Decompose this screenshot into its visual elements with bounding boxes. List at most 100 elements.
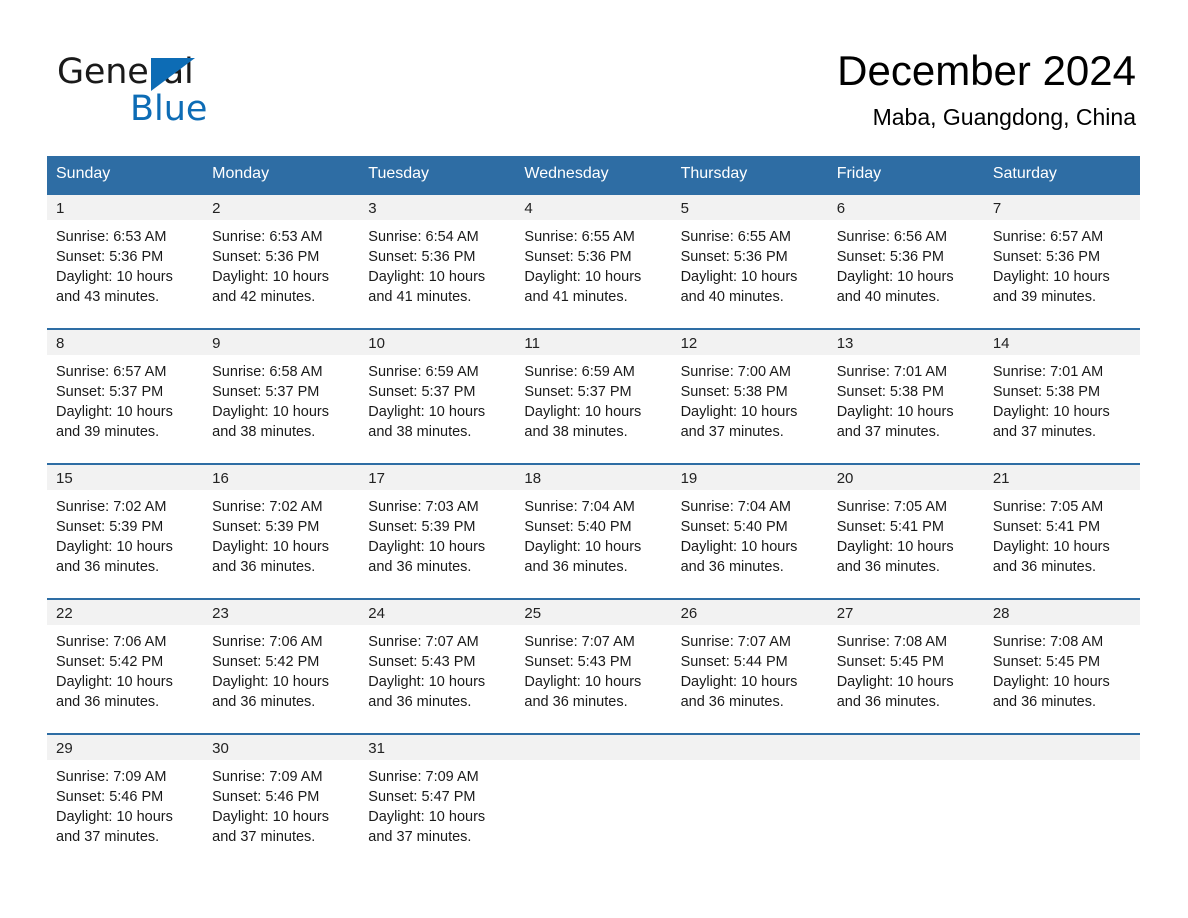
daylight-text: Daylight: 10 hours and 36 minutes. [368,539,486,575]
daylight-text: Daylight: 10 hours and 38 minutes. [524,404,642,440]
daylight-text: Daylight: 10 hours and 37 minutes. [212,809,330,845]
daylight-text: Daylight: 10 hours and 36 minutes. [836,539,954,575]
day-cell[interactable]: 9 Sunrise: 6:58 AM Sunset: 5:37 PM Dayli… [203,330,360,463]
day-info: Sunrise: 6:55 AM Sunset: 5:36 PM Dayligh… [672,220,828,307]
day-number: 31 [359,735,516,760]
day-info: Sunrise: 7:03 AM Sunset: 5:39 PM Dayligh… [359,490,515,577]
sunset-text: Sunset: 5:43 PM [368,654,476,670]
sunset-text: Sunset: 5:38 PM [836,384,944,400]
title-block: December 2024 Maba, Guangdong, China [837,45,1136,132]
day-cell[interactable]: 5 Sunrise: 6:55 AM Sunset: 5:36 PM Dayli… [671,195,828,328]
day-cell[interactable]: 12 Sunrise: 7:00 AM Sunset: 5:38 PM Dayl… [671,330,828,463]
day-number: 3 [359,195,516,220]
day-cell[interactable]: 3 Sunrise: 6:54 AM Sunset: 5:36 PM Dayli… [359,195,516,328]
day-cell[interactable]: 1 Sunrise: 6:53 AM Sunset: 5:36 PM Dayli… [47,195,204,328]
generalblue-logo[interactable]: General Blue [57,52,317,132]
sunset-text: Sunset: 5:39 PM [56,519,164,535]
logo-triangle-icon [151,58,195,91]
sunrise-text: Sunrise: 7:00 AM [680,364,791,380]
day-info: Sunrise: 6:54 AM Sunset: 5:36 PM Dayligh… [359,220,515,307]
daylight-text: Daylight: 10 hours and 36 minutes. [368,674,486,710]
day-cell[interactable]: 21 Sunrise: 7:05 AM Sunset: 5:41 PM Dayl… [983,465,1140,598]
day-info: Sunrise: 6:53 AM Sunset: 5:36 PM Dayligh… [203,220,359,307]
day-number: 27 [827,600,984,625]
day-cell[interactable]: 28 Sunrise: 7:08 AM Sunset: 5:45 PM Dayl… [983,600,1140,733]
day-number: 15 [47,465,204,490]
day-info: Sunrise: 7:01 AM Sunset: 5:38 PM Dayligh… [828,355,984,442]
sunrise-text: Sunrise: 7:08 AM [992,634,1104,650]
daylight-text: Daylight: 10 hours and 37 minutes. [836,404,954,440]
day-cell[interactable]: 16 Sunrise: 7:02 AM Sunset: 5:39 PM Dayl… [203,465,360,598]
weekday-header-friday: Friday [836,165,882,182]
day-cell[interactable]: 18 Sunrise: 7:04 AM Sunset: 5:40 PM Dayl… [515,465,672,598]
day-cell[interactable]: 24 Sunrise: 7:07 AM Sunset: 5:43 PM Dayl… [359,600,516,733]
sunset-text: Sunset: 5:40 PM [524,519,632,535]
daylight-text: Daylight: 10 hours and 38 minutes. [212,404,330,440]
day-number [671,735,828,760]
day-cell[interactable]: 6 Sunrise: 6:56 AM Sunset: 5:36 PM Dayli… [827,195,984,328]
day-number: 23 [203,600,360,625]
day-cell[interactable]: 27 Sunrise: 7:08 AM Sunset: 5:45 PM Dayl… [827,600,984,733]
day-cell[interactable]: 19 Sunrise: 7:04 AM Sunset: 5:40 PM Dayl… [671,465,828,598]
day-cell[interactable]: 17 Sunrise: 7:03 AM Sunset: 5:39 PM Dayl… [359,465,516,598]
day-cell[interactable]: 26 Sunrise: 7:07 AM Sunset: 5:44 PM Dayl… [671,600,828,733]
sunrise-text: Sunrise: 7:06 AM [56,634,167,650]
sunrise-text: Sunrise: 6:54 AM [368,229,479,245]
day-cell[interactable]: 23 Sunrise: 7:06 AM Sunset: 5:42 PM Dayl… [203,600,360,733]
daylight-text: Daylight: 10 hours and 36 minutes. [836,674,954,710]
day-cell[interactable]: 20 Sunrise: 7:05 AM Sunset: 5:41 PM Dayl… [827,465,984,598]
sunrise-text: Sunrise: 6:53 AM [212,229,323,245]
day-number: 8 [47,330,204,355]
daylight-text: Daylight: 10 hours and 43 minutes. [56,269,173,305]
sunset-text: Sunset: 5:42 PM [212,654,320,670]
day-number: 9 [203,330,360,355]
daylight-text: Daylight: 10 hours and 36 minutes. [680,674,798,710]
daylight-text: Daylight: 10 hours and 37 minutes. [368,809,486,845]
daylight-text: Daylight: 10 hours and 40 minutes. [836,269,954,305]
day-number: 5 [671,195,828,220]
sunset-text: Sunset: 5:38 PM [680,384,788,400]
day-cell[interactable]: 14 Sunrise: 7:01 AM Sunset: 5:38 PM Dayl… [983,330,1140,463]
day-cell[interactable]: 29 Sunrise: 7:09 AM Sunset: 5:46 PM Dayl… [47,735,204,868]
daylight-text: Daylight: 10 hours and 40 minutes. [680,269,798,305]
daylight-text: Daylight: 10 hours and 36 minutes. [56,539,173,575]
day-cell[interactable]: 4 Sunrise: 6:55 AM Sunset: 5:36 PM Dayli… [515,195,672,328]
day-cell[interactable]: 22 Sunrise: 7:06 AM Sunset: 5:42 PM Dayl… [47,600,204,733]
day-info: Sunrise: 7:07 AM Sunset: 5:43 PM Dayligh… [359,625,515,712]
weekday-header-tuesday: Tuesday [368,165,430,182]
daylight-text: Daylight: 10 hours and 37 minutes. [56,809,173,845]
day-cell[interactable]: 8 Sunrise: 6:57 AM Sunset: 5:37 PM Dayli… [47,330,204,463]
day-cell[interactable]: 30 Sunrise: 7:09 AM Sunset: 5:46 PM Dayl… [203,735,360,868]
sunrise-text: Sunrise: 7:07 AM [524,634,635,650]
sunrise-text: Sunrise: 6:55 AM [524,229,635,245]
day-info: Sunrise: 7:06 AM Sunset: 5:42 PM Dayligh… [203,625,359,712]
sunset-text: Sunset: 5:47 PM [368,789,476,805]
day-cell[interactable]: 15 Sunrise: 7:02 AM Sunset: 5:39 PM Dayl… [47,465,204,598]
sunrise-text: Sunrise: 7:05 AM [992,499,1104,515]
sunrise-text: Sunrise: 7:04 AM [524,499,635,515]
sunrise-text: Sunrise: 6:59 AM [524,364,635,380]
day-info: Sunrise: 7:05 AM Sunset: 5:41 PM Dayligh… [828,490,984,577]
sunrise-text: Sunrise: 6:53 AM [56,229,167,245]
day-info: Sunrise: 7:04 AM Sunset: 5:40 PM Dayligh… [672,490,828,577]
sunrise-text: Sunrise: 6:59 AM [368,364,479,380]
day-number: 30 [203,735,360,760]
day-cell[interactable]: 13 Sunrise: 7:01 AM Sunset: 5:38 PM Dayl… [827,330,984,463]
day-cell[interactable]: 31 Sunrise: 7:09 AM Sunset: 5:47 PM Dayl… [359,735,516,868]
day-cell[interactable]: 7 Sunrise: 6:57 AM Sunset: 5:36 PM Dayli… [983,195,1140,328]
day-info: Sunrise: 7:07 AM Sunset: 5:44 PM Dayligh… [672,625,828,712]
sunset-text: Sunset: 5:40 PM [680,519,788,535]
page-title: December 2024 [837,47,1136,94]
day-cell[interactable]: 25 Sunrise: 7:07 AM Sunset: 5:43 PM Dayl… [515,600,672,733]
week-row: 15 Sunrise: 7:02 AM Sunset: 5:39 PM Dayl… [47,463,1140,598]
sunset-text: Sunset: 5:36 PM [56,249,164,265]
week-row: 8 Sunrise: 6:57 AM Sunset: 5:37 PM Dayli… [47,328,1140,463]
daylight-text: Daylight: 10 hours and 37 minutes. [992,404,1110,440]
day-number: 25 [515,600,672,625]
week-row: 22 Sunrise: 7:06 AM Sunset: 5:42 PM Dayl… [47,598,1140,733]
day-cell[interactable]: 2 Sunrise: 6:53 AM Sunset: 5:36 PM Dayli… [203,195,360,328]
day-info: Sunrise: 7:09 AM Sunset: 5:47 PM Dayligh… [359,760,515,847]
day-cell[interactable]: 11 Sunrise: 6:59 AM Sunset: 5:37 PM Dayl… [515,330,672,463]
day-cell[interactable]: 10 Sunrise: 6:59 AM Sunset: 5:37 PM Dayl… [359,330,516,463]
day-info: Sunrise: 7:04 AM Sunset: 5:40 PM Dayligh… [515,490,671,577]
